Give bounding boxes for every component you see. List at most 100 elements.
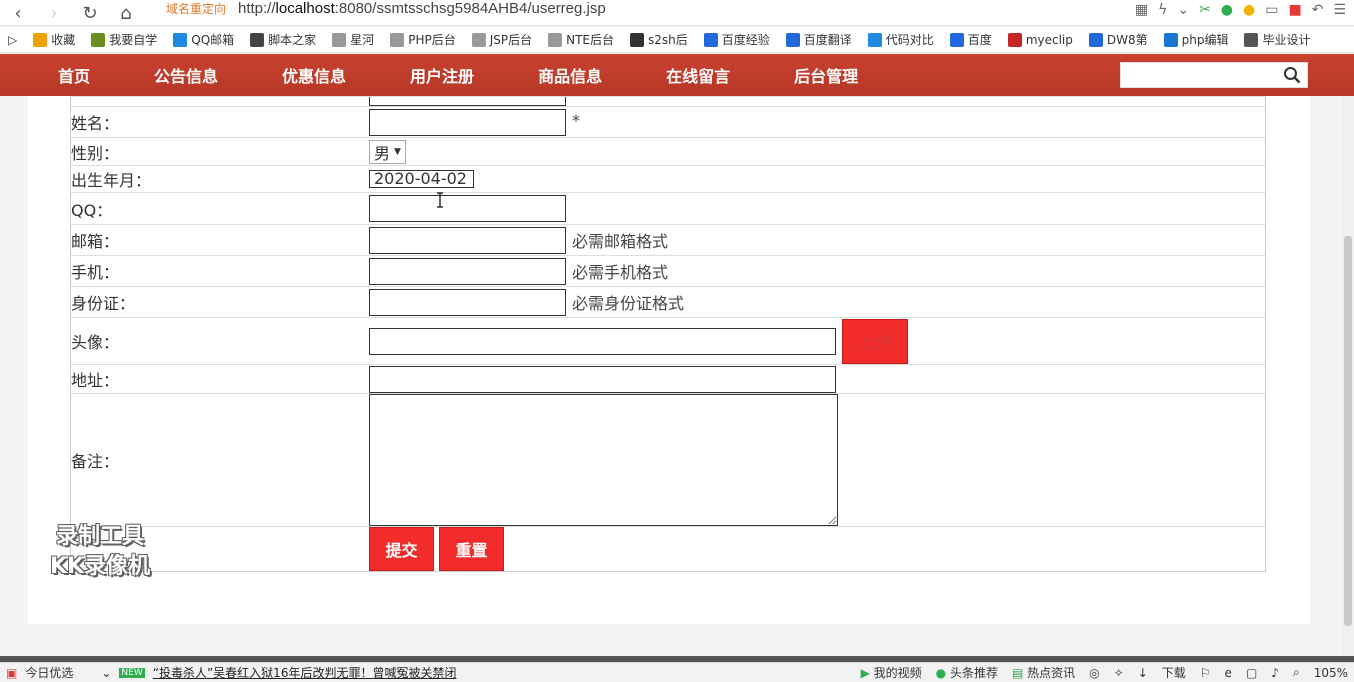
main-nav: 首页 公告信息 优惠信息 用户注册 商品信息 在线留言 后台管理 — [0, 54, 1354, 96]
bookmark-item[interactable]: myeclip — [1000, 32, 1081, 47]
nav-link[interactable]: 商品信息 — [506, 63, 634, 87]
my-video[interactable]: ▶ 我的视频 — [861, 664, 922, 681]
nav-link[interactable]: 在线留言 — [634, 63, 762, 87]
gender-select[interactable]: 男 ▼ — [369, 139, 406, 164]
back-icon[interactable]: ‹ — [0, 0, 36, 26]
birth-date-input[interactable]: 2020-04-02 — [369, 170, 474, 188]
submit-button[interactable]: 提交 — [369, 527, 434, 571]
watermark-line1: 录制工具 — [55, 524, 144, 549]
bookmark-item[interactable]: 百度 — [942, 31, 1000, 48]
nav-link[interactable]: 用户注册 — [378, 63, 506, 87]
address-input[interactable] — [369, 365, 836, 393]
bookmark-item[interactable]: php编辑 — [1156, 31, 1237, 48]
bookmark-item[interactable]: 我要自学 — [83, 31, 165, 48]
volume-icon[interactable]: ♪ — [1271, 666, 1279, 680]
bookmark-item[interactable]: s2sh后 — [622, 31, 696, 48]
qq-label: QQ： — [71, 200, 113, 220]
status-bar: ▣ 今日优选 ⌄ NEW “投毒杀人”吴春红入狱16年后改判无罪！曾喊冤被关禁闭… — [0, 662, 1354, 682]
k-icon — [1163, 32, 1178, 47]
coin-icon[interactable]: ● — [1243, 2, 1255, 18]
name-input[interactable] — [369, 108, 566, 136]
form-row-email: 邮箱： 必需邮箱格式 — [71, 224, 1265, 255]
note-textarea[interactable] — [369, 394, 838, 526]
form-row-birth: 出生年月： 2020-04-02 — [71, 165, 1265, 192]
page-scrollbar[interactable] — [1342, 96, 1354, 656]
globe-icon — [1244, 32, 1259, 47]
bookmark-item[interactable]: 百度经验 — [696, 31, 778, 48]
nav-link[interactable]: 优惠信息 — [250, 63, 378, 87]
chevron-down-icon[interactable]: ⌄ — [1177, 2, 1189, 18]
zoom-icon[interactable]: ⌕ — [1293, 665, 1300, 680]
news-link[interactable]: “投毒杀人”吴春红入狱16年后改判无罪！曾喊冤被关禁闭 — [153, 664, 457, 681]
bookmark-label: 百度经验 — [721, 33, 770, 47]
star-icon — [33, 32, 48, 47]
redirect-tag[interactable]: 域名重定向 — [160, 0, 232, 20]
nav-link[interactable]: 后台管理 — [762, 63, 890, 87]
bookmark-label: php编辑 — [1181, 33, 1229, 47]
email-input[interactable] — [369, 226, 566, 254]
form-row-phone: 手机： 必需手机格式 — [71, 255, 1265, 286]
bookmark-item[interactable]: QQ邮箱 — [165, 31, 242, 48]
window-icon[interactable]: ▢ — [1246, 666, 1257, 680]
upload-button[interactable]: 上传 — [842, 318, 908, 364]
speed-icon[interactable]: ◎ — [1089, 666, 1099, 680]
chevron-down-icon[interactable]: ⌄ — [101, 666, 111, 680]
nav-link[interactable]: 公告信息 — [122, 63, 250, 87]
gender-label: 性别： — [71, 143, 120, 163]
undo-icon[interactable]: ↶ — [1312, 2, 1324, 18]
gift-icon[interactable]: ▣ — [6, 666, 17, 680]
today-pick[interactable]: 今日优选 — [25, 664, 73, 681]
search-icon[interactable] — [1283, 66, 1301, 84]
reset-button[interactable]: 重置 — [439, 527, 504, 571]
bookmark-item[interactable]: 毕业设计 — [1236, 31, 1318, 48]
apps-icon[interactable]: ■ — [1288, 2, 1301, 18]
qq-input[interactable] — [369, 195, 566, 222]
bookmark-label: NTE后台 — [566, 33, 614, 47]
bookmark-label: myeclip — [1025, 32, 1073, 47]
bookmark-label: 百度翻译 — [803, 33, 852, 47]
forward-icon[interactable]: › — [36, 0, 72, 26]
menu-icon[interactable]: ☰ — [1333, 2, 1346, 18]
headline[interactable]: ● 头条推荐 — [936, 664, 998, 681]
home-icon[interactable]: ⌂ — [108, 0, 144, 26]
bookmark-item[interactable]: 收藏 — [25, 31, 83, 48]
qr-icon[interactable]: ▦ — [1135, 2, 1148, 18]
form-row-note: 备注： — [71, 393, 1265, 526]
phone-input[interactable] — [369, 257, 566, 285]
qq-mail-icon — [173, 32, 188, 47]
zoom-level[interactable]: 105% — [1314, 666, 1348, 680]
address-bar[interactable]: http://localhost:8080/ssmtsschsg5984AHB4… — [238, 0, 606, 20]
idcard-input[interactable] — [369, 288, 566, 316]
headline-icon: ● — [935, 666, 947, 680]
bookmark-item[interactable]: 脚本之家 — [242, 31, 324, 48]
account-input[interactable] — [369, 97, 566, 106]
scroll-thumb[interactable] — [1344, 236, 1352, 626]
nav-link[interactable]: 首页 — [26, 63, 122, 87]
url-rest: :8080/ssmtsschsg5984AHB4/userreg.jsp — [334, 0, 606, 17]
download-arrow-icon[interactable]: ↓ — [1138, 666, 1148, 680]
search-input[interactable] — [1121, 63, 1281, 87]
lightning-icon[interactable]: ϟ — [1158, 2, 1167, 18]
form-row-actions: 提交 重置 — [71, 526, 1265, 571]
bookmark-item[interactable]: DW8第 — [1081, 31, 1156, 48]
bookmark-item[interactable]: 百度翻译 — [778, 31, 860, 48]
scissors-icon[interactable]: ✂ — [1199, 2, 1211, 18]
avatar-path-input[interactable] — [369, 327, 836, 355]
note-label: 备注： — [71, 452, 120, 471]
text-cursor-icon — [437, 192, 443, 208]
bookmark-item[interactable]: NTE后台 — [540, 31, 622, 48]
c-icon — [1007, 32, 1022, 47]
bookmark-item[interactable]: PHP后台 — [382, 31, 464, 48]
refresh-icon[interactable]: ↻ — [72, 0, 108, 26]
flag-icon[interactable]: ⚐ — [1200, 666, 1211, 680]
bookmarks-toggle-icon[interactable]: ▷ — [0, 33, 25, 47]
bookmark-item[interactable]: 代码对比 — [860, 31, 942, 48]
hot-news[interactable]: ▤ 热点资讯 — [1012, 664, 1075, 681]
pin-icon[interactable]: ✧ — [1114, 666, 1124, 680]
ie-icon[interactable]: e — [1225, 666, 1232, 680]
image-tool-icon[interactable]: ▭ — [1265, 2, 1278, 18]
translate-icon[interactable]: ● — [1221, 2, 1233, 18]
bookmark-item[interactable]: 星河 — [324, 31, 382, 48]
download-label[interactable]: 下载 — [1162, 664, 1186, 681]
bookmark-item[interactable]: JSP后台 — [464, 31, 540, 48]
